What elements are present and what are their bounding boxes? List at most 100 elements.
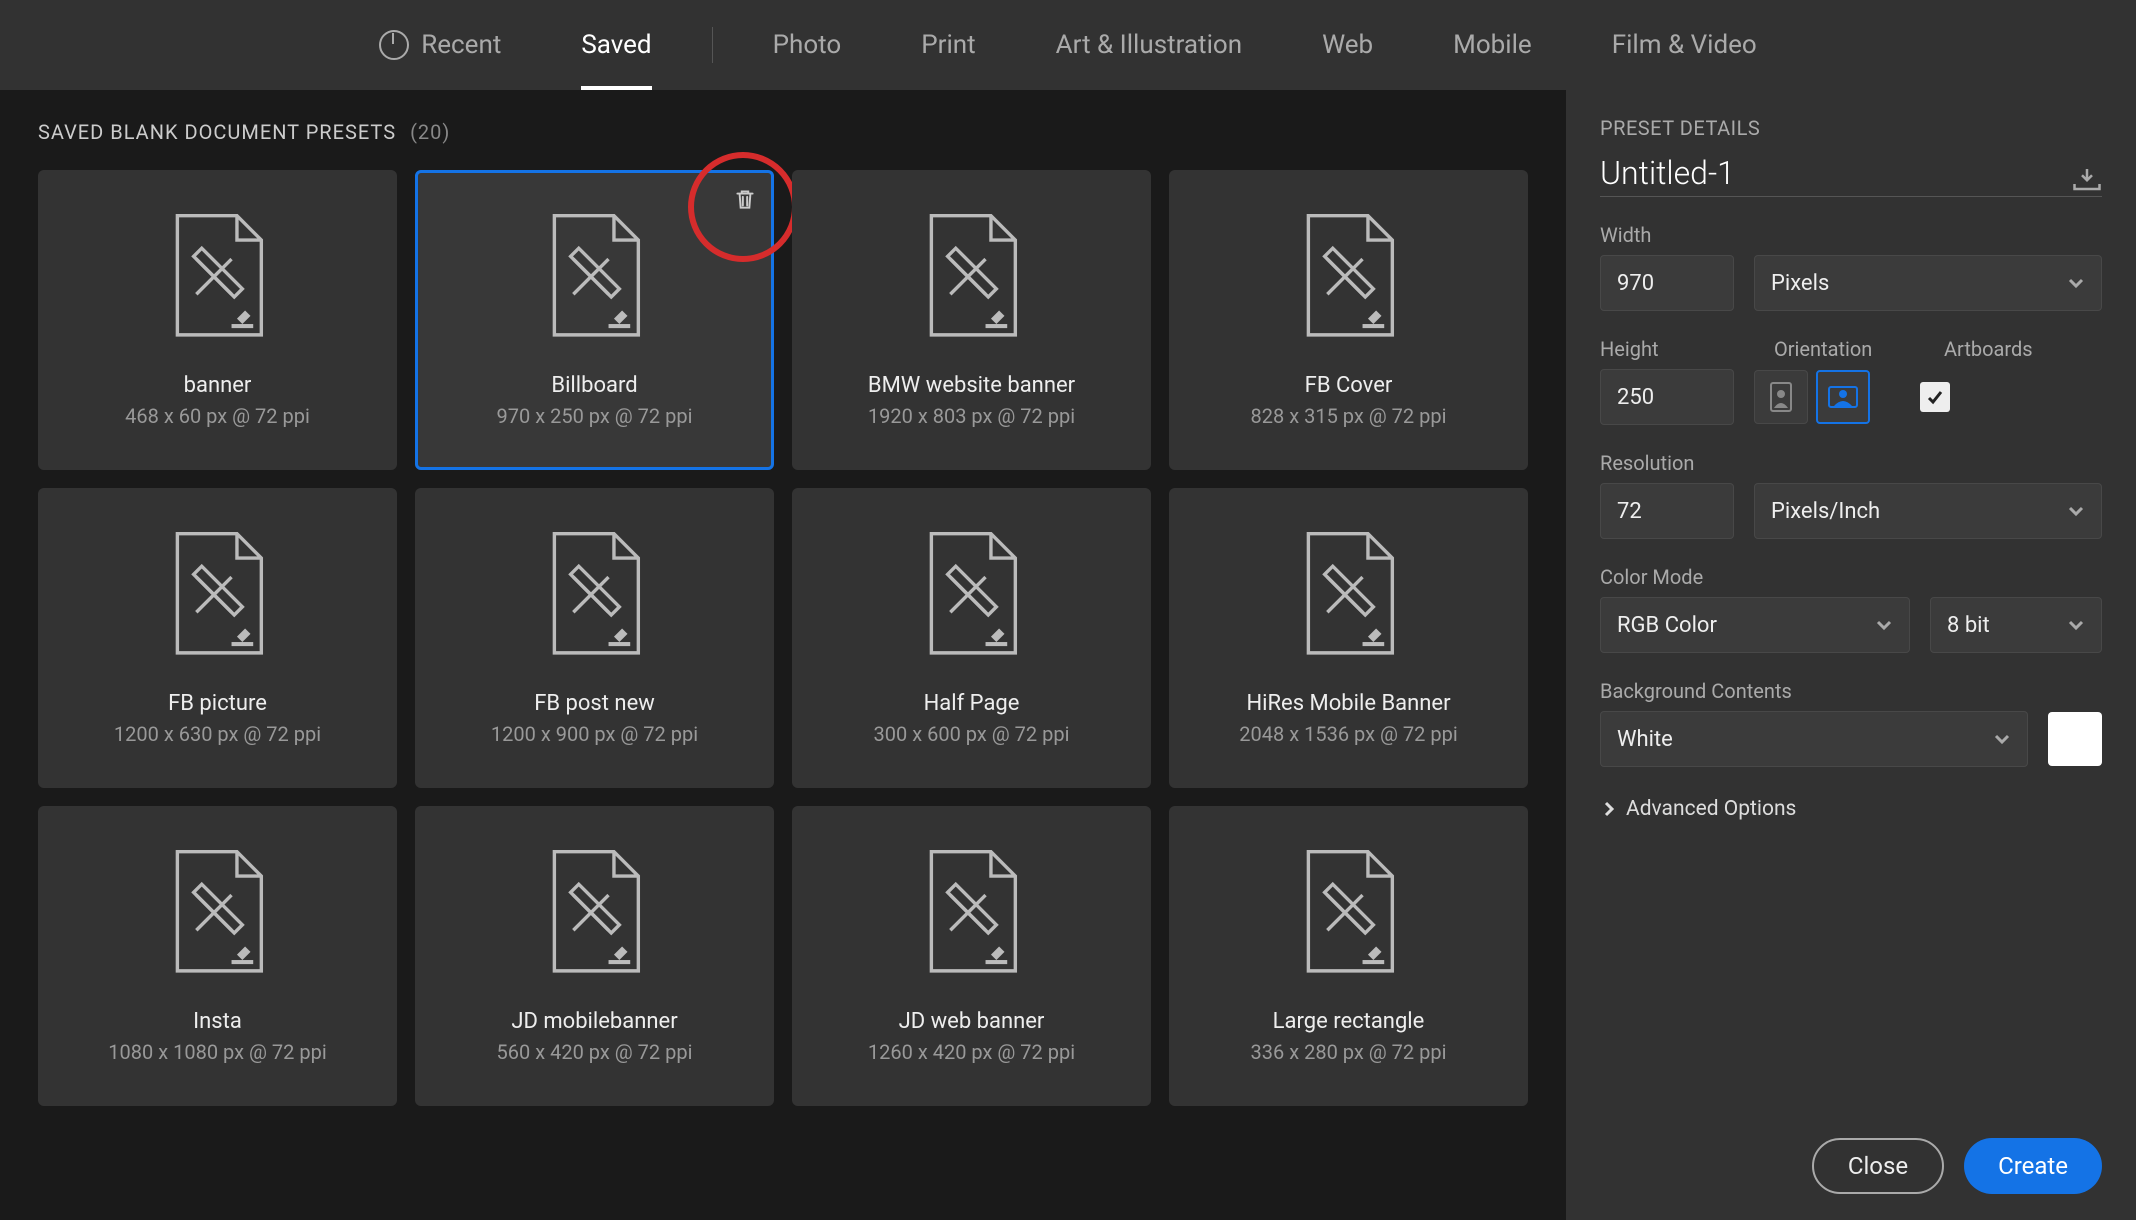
tab-label: Film & Video xyxy=(1612,30,1757,60)
chevron-down-icon xyxy=(1875,616,1893,634)
tab-print[interactable]: Print xyxy=(881,0,1015,90)
document-preset-icon xyxy=(1294,531,1404,661)
divider xyxy=(712,27,713,63)
preset-name: BMW website banner xyxy=(868,373,1075,398)
preset-dimensions: 1080 x 1080 px @ 72 ppi xyxy=(108,1040,326,1064)
document-preset-icon xyxy=(540,849,650,979)
chevron-down-icon xyxy=(1993,730,2011,748)
tab-label: Photo xyxy=(773,30,842,60)
preset-dimensions: 336 x 280 px @ 72 ppi xyxy=(1251,1040,1447,1064)
preset-dimensions: 2048 x 1536 px @ 72 ppi xyxy=(1239,722,1457,746)
chevron-down-icon xyxy=(2067,274,2085,292)
preset-count: (20) xyxy=(410,120,450,144)
preset-card[interactable]: FB picture 1200 x 630 px @ 72 ppi xyxy=(38,488,397,788)
resolution-label: Resolution xyxy=(1600,451,2102,475)
color-mode-label: Color Mode xyxy=(1600,565,2102,589)
tab-label: Mobile xyxy=(1453,30,1532,60)
document-name-input[interactable]: Untitled-1 xyxy=(1600,154,1735,192)
tab-label: Web xyxy=(1322,30,1373,60)
preset-details-panel: PRESET DETAILS Untitled-1 Width 970 Pixe… xyxy=(1566,90,2136,1220)
preset-grid: banner 468 x 60 px @ 72 ppi Billboard 97… xyxy=(38,170,1528,1106)
height-label: Height xyxy=(1600,337,1734,361)
document-preset-icon xyxy=(163,531,273,661)
artboards-checkbox[interactable] xyxy=(1920,382,1950,412)
save-preset-icon[interactable] xyxy=(2072,166,2102,192)
tab-photo[interactable]: Photo xyxy=(733,0,882,90)
preset-name: HiRes Mobile Banner xyxy=(1246,691,1450,716)
preset-name: Half Page xyxy=(924,691,1020,716)
preset-dimensions: 560 x 420 px @ 72 ppi xyxy=(497,1040,693,1064)
tab-label: Print xyxy=(921,30,975,60)
document-preset-icon xyxy=(540,531,650,661)
preset-dimensions: 970 x 250 px @ 72 ppi xyxy=(497,404,693,428)
preset-name: JD web banner xyxy=(899,1009,1045,1034)
background-select[interactable]: White xyxy=(1600,711,2028,767)
preset-dimensions: 1200 x 900 px @ 72 ppi xyxy=(491,722,698,746)
document-preset-icon xyxy=(163,213,273,343)
category-tabs: Recent Saved Photo Print Art & Illustrat… xyxy=(0,0,2136,90)
preset-card[interactable]: HiRes Mobile Banner 2048 x 1536 px @ 72 … xyxy=(1169,488,1528,788)
chevron-right-icon xyxy=(1600,800,1618,818)
units-select[interactable]: Pixels xyxy=(1754,255,2102,311)
tab-mobile[interactable]: Mobile xyxy=(1413,0,1572,90)
bit-depth-select[interactable]: 8 bit xyxy=(1930,597,2102,653)
preset-card[interactable]: JD mobilebanner 560 x 420 px @ 72 ppi xyxy=(415,806,774,1106)
document-preset-icon xyxy=(917,213,1027,343)
preset-name: JD mobilebanner xyxy=(511,1009,677,1034)
tab-recent[interactable]: Recent xyxy=(339,0,541,90)
document-preset-icon xyxy=(1294,849,1404,979)
tab-web[interactable]: Web xyxy=(1282,0,1413,90)
orientation-portrait-button[interactable] xyxy=(1754,370,1808,424)
tab-film-video[interactable]: Film & Video xyxy=(1572,0,1797,90)
width-input[interactable]: 970 xyxy=(1600,255,1734,311)
tab-saved[interactable]: Saved xyxy=(541,0,691,90)
create-button[interactable]: Create xyxy=(1964,1138,2102,1194)
width-label: Width xyxy=(1600,223,2102,247)
tab-art-illustration[interactable]: Art & Illustration xyxy=(1016,0,1282,90)
background-color-swatch[interactable] xyxy=(2048,712,2102,766)
document-preset-icon xyxy=(163,849,273,979)
preset-name: FB post new xyxy=(534,691,655,716)
document-preset-icon xyxy=(540,213,650,343)
close-button[interactable]: Close xyxy=(1812,1138,1944,1194)
preset-card[interactable]: BMW website banner 1920 x 803 px @ 72 pp… xyxy=(792,170,1151,470)
preset-dimensions: 1920 x 803 px @ 72 ppi xyxy=(868,404,1075,428)
preset-name: Insta xyxy=(193,1009,242,1034)
preset-dimensions: 828 x 315 px @ 72 ppi xyxy=(1251,404,1447,428)
artboards-label: Artboards xyxy=(1944,337,2033,361)
chevron-down-icon xyxy=(2067,502,2085,520)
background-label: Background Contents xyxy=(1600,679,2102,703)
resolution-input[interactable]: 72 xyxy=(1600,483,1734,539)
preset-card[interactable]: banner 468 x 60 px @ 72 ppi xyxy=(38,170,397,470)
preset-dimensions: 1260 x 420 px @ 72 ppi xyxy=(868,1040,1075,1064)
document-preset-icon xyxy=(917,849,1027,979)
preset-card[interactable]: FB Cover 828 x 315 px @ 72 ppi xyxy=(1169,170,1528,470)
preset-card[interactable]: Insta 1080 x 1080 px @ 72 ppi xyxy=(38,806,397,1106)
presets-pane: SAVED BLANK DOCUMENT PRESETS (20) banner… xyxy=(0,90,1566,1220)
height-input[interactable]: 250 xyxy=(1600,369,1734,425)
details-header: PRESET DETAILS xyxy=(1600,116,2102,140)
preset-dimensions: 300 x 600 px @ 72 ppi xyxy=(874,722,1070,746)
section-title-text: SAVED BLANK DOCUMENT PRESETS xyxy=(38,120,396,144)
preset-name: Billboard xyxy=(551,373,637,398)
tab-label: Saved xyxy=(581,30,651,60)
document-preset-icon xyxy=(917,531,1027,661)
color-mode-select[interactable]: RGB Color xyxy=(1600,597,1910,653)
orientation-landscape-button[interactable] xyxy=(1816,370,1870,424)
advanced-options-toggle[interactable]: Advanced Options xyxy=(1600,797,2102,821)
preset-card[interactable]: FB post new 1200 x 900 px @ 72 ppi xyxy=(415,488,774,788)
orientation-label: Orientation xyxy=(1774,337,1904,361)
preset-card[interactable]: Billboard 970 x 250 px @ 72 ppi xyxy=(415,170,774,470)
preset-card[interactable]: JD web banner 1260 x 420 px @ 72 ppi xyxy=(792,806,1151,1106)
resolution-units-select[interactable]: Pixels/Inch xyxy=(1754,483,2102,539)
preset-card[interactable]: Large rectangle 336 x 280 px @ 72 ppi xyxy=(1169,806,1528,1106)
preset-name: banner xyxy=(184,373,252,398)
preset-name: Large rectangle xyxy=(1273,1009,1425,1034)
trash-icon xyxy=(732,186,758,212)
preset-card[interactable]: Half Page 300 x 600 px @ 72 ppi xyxy=(792,488,1151,788)
preset-name: FB Cover xyxy=(1305,373,1393,398)
chevron-down-icon xyxy=(2067,616,2085,634)
preset-name: FB picture xyxy=(168,691,267,716)
delete-preset-button[interactable] xyxy=(730,184,760,214)
tab-label: Recent xyxy=(421,30,501,60)
